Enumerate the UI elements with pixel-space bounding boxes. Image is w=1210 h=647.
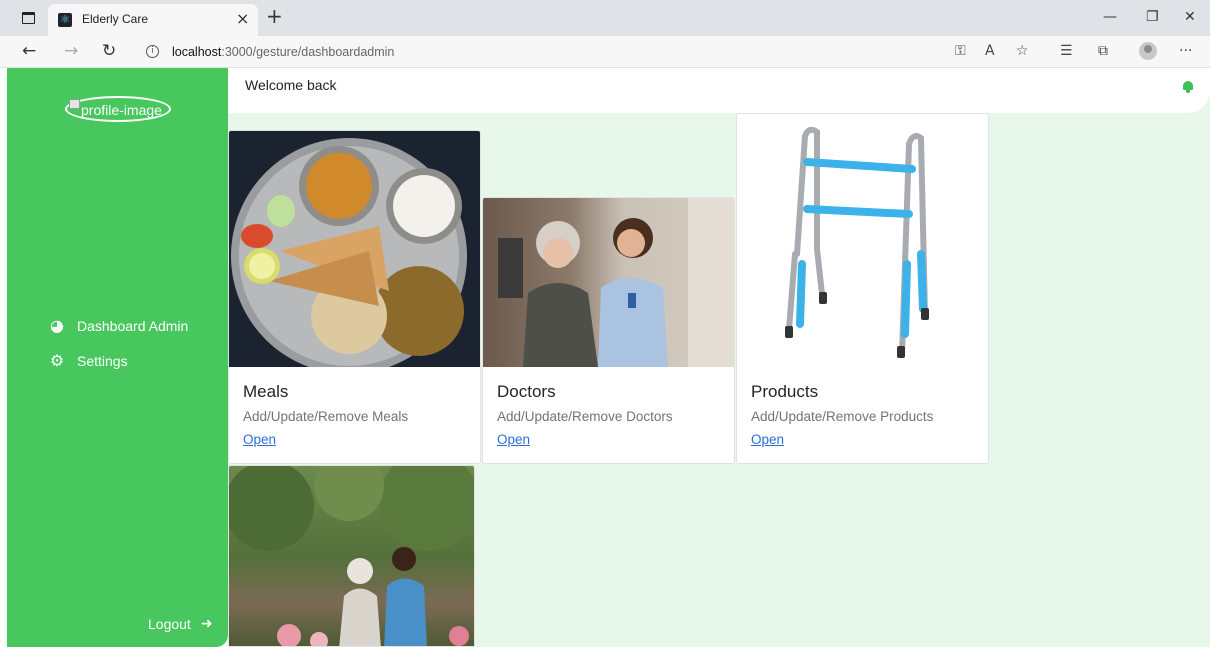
doctors-open-link[interactable]: Open	[497, 432, 530, 447]
profile-avatar-icon[interactable]	[1139, 42, 1157, 60]
logout-label: Logout	[148, 616, 191, 632]
restore-icon[interactable]: ❐	[1146, 9, 1159, 25]
meals-card-body: Meals Add/Update/Remove Meals Open	[243, 382, 408, 449]
logout-button[interactable]: Logout ➜	[148, 616, 213, 632]
caregivers-card	[228, 465, 475, 647]
broken-image-icon	[69, 99, 80, 109]
doctors-image	[483, 198, 734, 367]
favorites-list-icon[interactable]: ☰	[1060, 43, 1073, 59]
favorite-icon[interactable]: ☆	[1016, 43, 1029, 59]
site-info-icon[interactable]: i	[146, 45, 159, 58]
products-card-body: Products Add/Update/Remove Products Open	[751, 382, 933, 449]
tab-close-icon[interactable]: ×	[236, 9, 249, 28]
meals-open-link[interactable]: Open	[243, 432, 276, 447]
new-tab-icon[interactable]: +	[266, 4, 283, 28]
close-window-icon[interactable]: ✕	[1184, 9, 1196, 25]
bell-icon[interactable]	[1182, 81, 1194, 93]
react-favicon-icon: ⚛	[58, 13, 72, 27]
products-open-link[interactable]: Open	[751, 432, 784, 447]
top-header: Welcome back	[228, 68, 1210, 113]
url-field[interactable]: i localhost:3000/gesture/dashboardadmin	[134, 39, 1034, 65]
minimize-icon[interactable]: —	[1103, 9, 1117, 25]
gears-icon: ⚙	[49, 351, 65, 370]
profile-image: profile-image	[65, 96, 171, 122]
meals-card: Meals Add/Update/Remove Meals Open	[228, 130, 481, 464]
caregivers-image	[229, 466, 474, 646]
sign-out-icon: ➜	[200, 616, 213, 632]
sidebar-item-settings[interactable]: ⚙ Settings	[47, 351, 128, 371]
tab-actions-icon[interactable]	[22, 12, 35, 24]
url-text: localhost:3000/gesture/dashboardadmin	[172, 45, 395, 59]
read-aloud-icon[interactable]: A	[985, 43, 995, 59]
forward-icon[interactable]: →	[64, 41, 78, 61]
sidebar-item-dashboard-admin[interactable]: ◕ Dashboard Admin	[47, 316, 188, 336]
card-subtitle: Add/Update/Remove Meals	[243, 409, 409, 424]
more-menu-icon[interactable]: ···	[1179, 43, 1192, 59]
card-subtitle: Add/Update/Remove Doctors	[497, 409, 673, 424]
meals-image	[229, 131, 480, 367]
address-bar-row: ← → ↻ i localhost:3000/gesture/dashboard…	[0, 36, 1210, 68]
card-title: Doctors	[497, 382, 556, 401]
card-subtitle: Add/Update/Remove Products	[751, 409, 934, 424]
sidebar-item-label: Settings	[77, 353, 128, 369]
products-image	[737, 114, 988, 366]
browser-tab[interactable]: ⚛ Elderly Care ×	[48, 4, 258, 36]
doctors-card: Doctors Add/Update/Remove Doctors Open	[482, 197, 735, 464]
products-card: Products Add/Update/Remove Products Open	[736, 113, 989, 464]
page: profile-image ◕ Dashboard Admin ⚙ Settin…	[0, 68, 1210, 647]
profile-image-alt-text: profile-image	[81, 102, 162, 118]
card-title: Meals	[243, 382, 289, 401]
dashboard-gauge-icon: ◕	[50, 316, 64, 335]
browser-tab-bar: ⚛ Elderly Care × + — ❐ ✕	[0, 0, 1210, 36]
main-content: Welcome back Meals Add/Update/Remove Mea…	[228, 68, 1210, 647]
sidebar-item-label: Dashboard Admin	[77, 318, 189, 334]
collections-icon[interactable]: ⧉	[1098, 43, 1108, 59]
back-icon[interactable]: ←	[22, 41, 36, 61]
card-title: Products	[751, 382, 819, 401]
tab-title: Elderly Care	[82, 12, 149, 26]
refresh-icon[interactable]: ↻	[102, 41, 116, 61]
sidebar: profile-image ◕ Dashboard Admin ⚙ Settin…	[7, 68, 228, 647]
key-icon[interactable]: ⚿	[955, 43, 966, 59]
doctors-card-body: Doctors Add/Update/Remove Doctors Open	[497, 382, 673, 449]
welcome-text: Welcome back	[245, 77, 337, 93]
